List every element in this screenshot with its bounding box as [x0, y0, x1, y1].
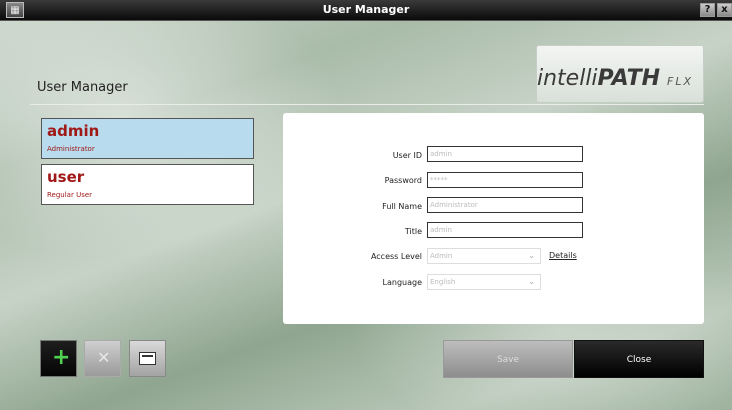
- password-label: Password: [384, 176, 422, 185]
- user-role: Administrator: [47, 145, 95, 153]
- add-user-button[interactable]: +: [40, 340, 77, 377]
- page-title: User Manager: [37, 80, 128, 95]
- window-title: User Manager: [322, 3, 410, 16]
- plus-icon: +: [52, 345, 71, 370]
- user-id-label: User ID: [392, 151, 422, 160]
- save-button[interactable]: Save: [443, 340, 573, 378]
- logo-prefix: intelli: [536, 66, 598, 91]
- delete-icon: ✕: [97, 348, 111, 367]
- access-level-value: Admin: [430, 252, 453, 260]
- access-level-label: Access Level: [370, 252, 422, 261]
- logo-text: intelliPATH FLX: [537, 66, 693, 91]
- full-name-field[interactable]: Administrator: [427, 197, 583, 213]
- chevron-down-icon: ⌄: [528, 277, 535, 286]
- user-name: admin: [47, 122, 100, 140]
- user-details-panel: [283, 113, 704, 324]
- delete-user-button[interactable]: ✕: [84, 340, 121, 377]
- divider: [30, 104, 704, 105]
- user-list-item-admin[interactable]: admin Administrator: [41, 118, 254, 159]
- user-list-item-user[interactable]: user Regular User: [41, 164, 254, 205]
- title-field[interactable]: admin: [427, 222, 583, 238]
- edit-user-button[interactable]: [129, 340, 166, 377]
- full-name-label: Full Name: [382, 202, 422, 211]
- title-label: Title: [404, 227, 422, 236]
- window-close-button[interactable]: x: [717, 3, 732, 17]
- close-button[interactable]: Close: [574, 340, 704, 378]
- user-manager-window: ▦ User Manager ? x intelliPATH FLX User …: [0, 0, 732, 410]
- chevron-down-icon: ⌄: [528, 251, 535, 260]
- logo: intelliPATH FLX: [536, 45, 704, 103]
- help-button[interactable]: ?: [700, 3, 715, 17]
- user-role: Regular User: [47, 191, 93, 199]
- language-select[interactable]: English ⌄: [427, 274, 541, 290]
- edit-icon: [139, 352, 156, 365]
- user-id-field[interactable]: admin: [427, 146, 583, 162]
- details-link[interactable]: Details: [549, 251, 577, 260]
- language-value: English: [430, 278, 456, 286]
- title-bar: ▦ User Manager ? x: [0, 0, 732, 21]
- password-field[interactable]: *****: [427, 172, 583, 188]
- language-label: Language: [382, 278, 422, 287]
- logo-suffix: FLX: [667, 75, 693, 88]
- logo-main: PATH: [597, 66, 660, 91]
- access-level-select[interactable]: Admin ⌄: [427, 248, 541, 264]
- user-name: user: [47, 168, 85, 186]
